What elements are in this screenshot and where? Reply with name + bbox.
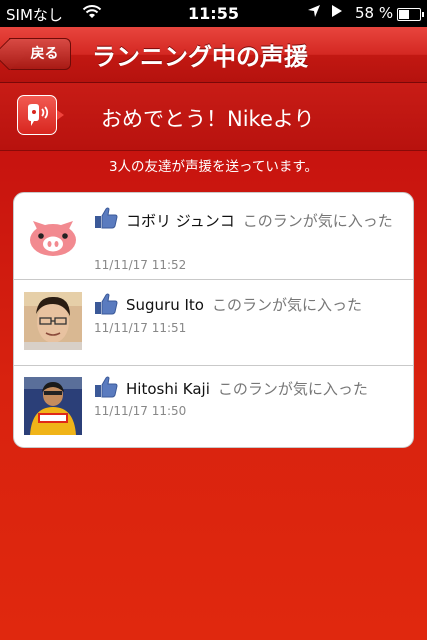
cheer-action: このランが気に入った [242,212,393,230]
cheer-text: Suguru Ito このランが気に入った [126,294,399,317]
timestamp: 11/11/17 11:50 [94,404,187,418]
friend-name: コボリ ジュンコ [126,212,235,230]
profile-photo [24,377,82,435]
location-arrow-icon [307,4,321,22]
cheer-banner: おめでとう！Nikeより [0,83,427,151]
cheer-text: コボリ ジュンコ このランが気に入った [94,210,399,233]
friend-count-text: 3人の友達が声援を送っています。 [108,159,319,175]
status-bar: SIMなし 11:55 58 % [0,0,427,27]
cheer-list: コボリ ジュンコ このランが気に入った 11/11/17 11:52 Sugur… [13,192,414,448]
navigation-bar: 戻る ランニング中の声援 [0,27,427,83]
timestamp: 11/11/17 11:52 [94,258,187,272]
battery-percent: 58 % [355,4,394,22]
banner-message: おめでとう！Nikeより [101,107,315,131]
thumbs-up-icon [94,292,118,316]
cheer-text: Hitoshi Kaji このランが気に入った [126,378,399,401]
page-title: ランニング中の声援 [92,43,308,71]
back-button-label: 戻る [30,46,59,62]
cheer-action: このランが気に入った [211,296,362,314]
play-icon [332,4,342,22]
cheer-action: このランが気に入った [217,380,368,398]
battery-icon [397,8,424,21]
list-item[interactable]: Hitoshi Kaji このランが気に入った 11/11/17 11:50 [14,366,413,447]
pig-avatar [24,207,82,265]
timestamp: 11/11/17 11:51 [94,321,187,335]
back-button[interactable]: 戻る [9,38,71,70]
list-item[interactable]: コボリ ジュンコ このランが気に入った 11/11/17 11:52 [14,193,413,280]
thumbs-up-icon [94,375,118,399]
profile-photo [24,292,82,350]
friend-name: Hitoshi Kaji [126,380,210,398]
list-item[interactable]: Suguru Ito このランが気に入った 11/11/17 11:51 [14,280,413,366]
cheer-speaker-icon [17,95,64,135]
friend-name: Suguru Ito [126,296,204,314]
